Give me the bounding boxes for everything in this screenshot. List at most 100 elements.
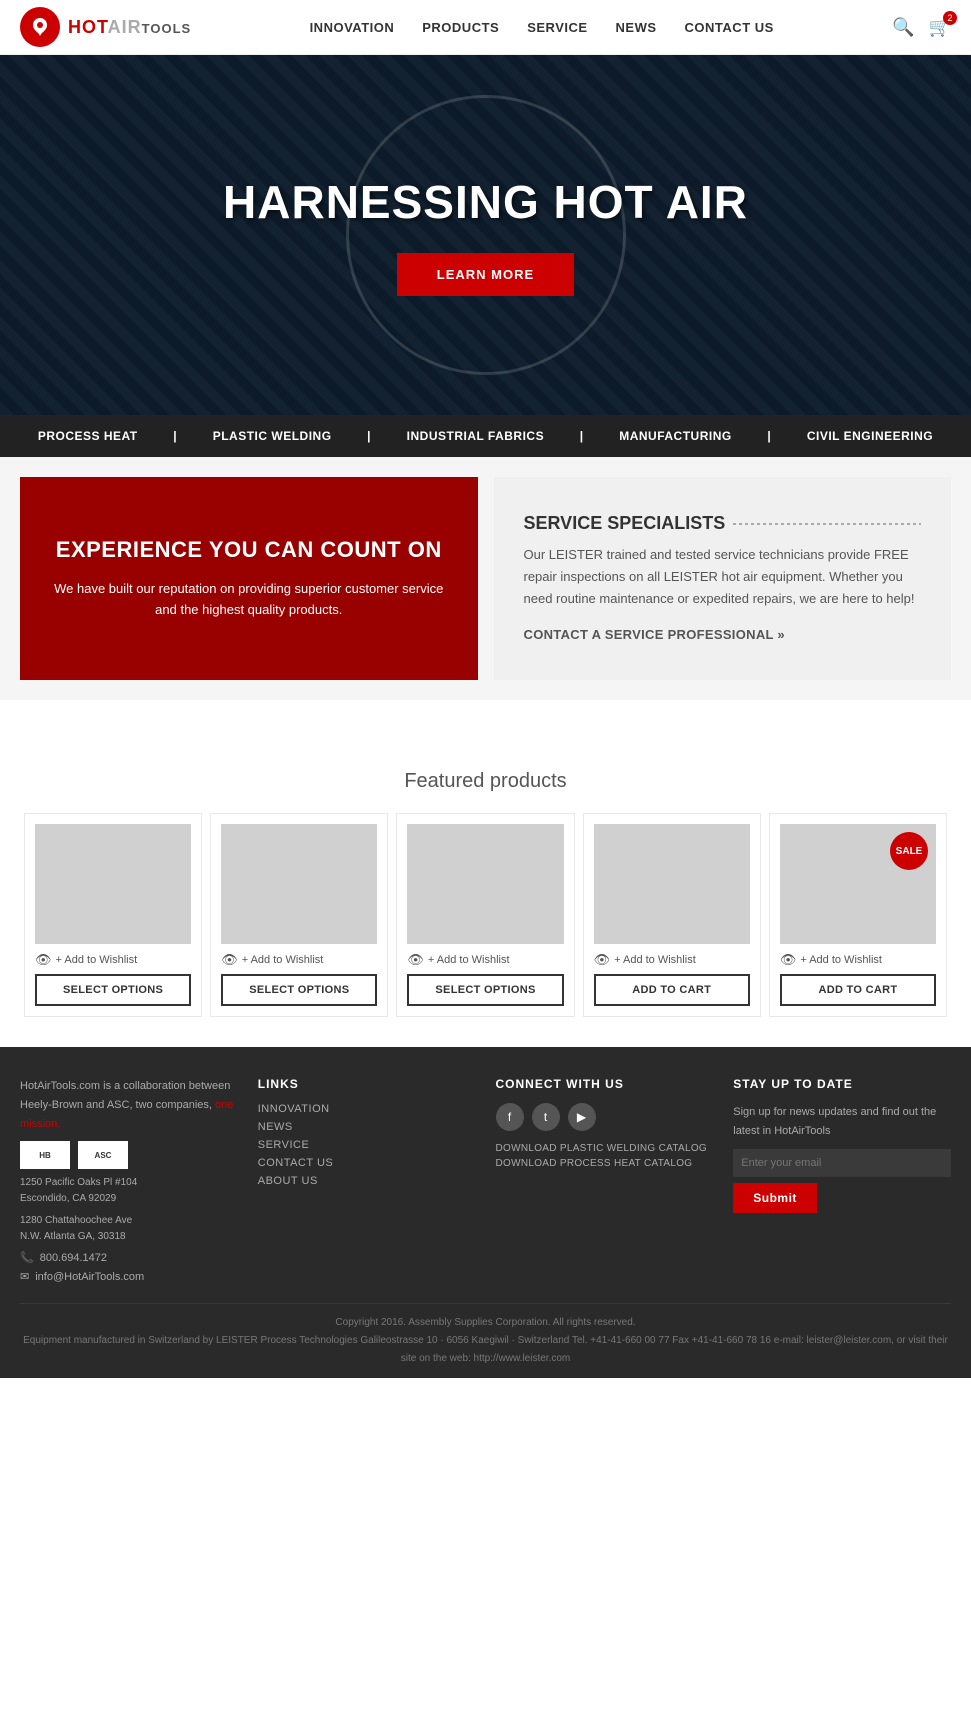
- product-image-2: [221, 824, 377, 944]
- download-process-catalog[interactable]: DOWNLOAD PROCESS HEAT CATALOG: [496, 1158, 714, 1169]
- add-to-cart-btn-4[interactable]: ADD TO CART: [594, 974, 750, 1006]
- featured-heading: Featured products: [20, 770, 951, 793]
- footer-link-news[interactable]: NEWS: [258, 1121, 476, 1133]
- product-card-4: 👁 + Add to Wishlist ADD TO CART: [583, 813, 761, 1017]
- category-civil-engineering[interactable]: CIVIL ENGINEERING: [807, 429, 933, 443]
- wishlist-link-5[interactable]: + Add to Wishlist: [800, 954, 882, 966]
- service-body: Our LEISTER trained and tested service t…: [524, 544, 922, 610]
- nav-service[interactable]: SERVICE: [527, 20, 587, 35]
- footer-connect-col: CONNECT WITH US f t ▶ DOWNLOAD PLASTIC W…: [496, 1077, 714, 1283]
- select-options-btn-1[interactable]: SELECT OPTIONS: [35, 974, 191, 1006]
- product-image-3: [407, 824, 563, 944]
- category-process-heat[interactable]: PROCESS HEAT: [38, 429, 138, 443]
- footer-email-row: ✉ info@HotAirTools.com: [20, 1270, 238, 1283]
- cart-badge: 2: [943, 11, 957, 25]
- eye-icon-3: 👁: [407, 952, 424, 968]
- sale-badge: SALE: [890, 832, 928, 870]
- footer: HotAirTools.com is a collaboration betwe…: [0, 1047, 971, 1378]
- footer-link-innovation[interactable]: INNOVATION: [258, 1103, 476, 1115]
- footer-top: HotAirTools.com is a collaboration betwe…: [20, 1077, 951, 1303]
- footer-submit-button[interactable]: Submit: [733, 1183, 817, 1213]
- category-manufacturing[interactable]: MANUFACTURING: [619, 429, 732, 443]
- hero-section: HARNESSING HOT AIR LEARN MORE: [0, 55, 971, 415]
- experience-panel: EXPERIENCE YOU CAN COUNT ON We have buil…: [20, 477, 478, 680]
- wishlist-link-4[interactable]: + Add to Wishlist: [614, 954, 696, 966]
- logo-icon: [20, 7, 60, 47]
- phone-icon: 📞: [20, 1251, 34, 1264]
- twitter-icon[interactable]: t: [532, 1103, 560, 1131]
- footer-about-col: HotAirTools.com is a collaboration betwe…: [20, 1077, 238, 1283]
- hero-circle-overlay: [346, 95, 626, 375]
- product-image-5: SALE: [780, 824, 936, 944]
- hero-cta-button[interactable]: LEARN MORE: [397, 253, 574, 296]
- footer-logo-asc: ASC: [78, 1141, 128, 1169]
- search-icon[interactable]: 🔍: [892, 17, 914, 38]
- product-card-2: 👁 + Add to Wishlist SELECT OPTIONS: [210, 813, 388, 1017]
- add-to-cart-btn-5[interactable]: ADD TO CART: [780, 974, 936, 1006]
- footer-link-about[interactable]: ABOUT US: [258, 1175, 476, 1187]
- footer-address-1: 1250 Pacific Oaks Pl #104 Escondido, CA …: [20, 1175, 238, 1207]
- wishlist-link-1[interactable]: + Add to Wishlist: [56, 954, 138, 966]
- wishlist-row-3: 👁 + Add to Wishlist: [407, 952, 563, 968]
- wishlist-row-5: 👁 + Add to Wishlist: [780, 952, 936, 968]
- download-plastic-catalog[interactable]: DOWNLOAD PLASTIC WELDING CATALOG: [496, 1143, 714, 1154]
- footer-logos: HB ASC: [20, 1141, 238, 1169]
- experience-heading: EXPERIENCE YOU CAN COUNT ON: [56, 537, 442, 563]
- footer-link-contact[interactable]: CONTACT US: [258, 1157, 476, 1169]
- featured-section: Featured products 👁 + Add to Wishlist SE…: [0, 740, 971, 1047]
- facebook-icon[interactable]: f: [496, 1103, 524, 1131]
- product-card-3: 👁 + Add to Wishlist SELECT OPTIONS: [396, 813, 574, 1017]
- navbar: HOTAIRTOOLS INNOVATION PRODUCTS SERVICE …: [0, 0, 971, 55]
- logo-text: HOTAIRTOOLS: [68, 17, 191, 38]
- logo[interactable]: HOTAIRTOOLS: [20, 7, 191, 47]
- email-icon: ✉: [20, 1270, 29, 1283]
- footer-email-input[interactable]: [733, 1149, 951, 1177]
- footer-stay-heading: STAY UP TO DATE: [733, 1077, 951, 1091]
- footer-link-service[interactable]: SERVICE: [258, 1139, 476, 1151]
- category-industrial-fabrics[interactable]: INDUSTRIAL FABRICS: [407, 429, 544, 443]
- footer-connect-heading: CONNECT WITH US: [496, 1077, 714, 1091]
- experience-body: We have built our reputation on providin…: [50, 579, 448, 621]
- wishlist-link-2[interactable]: + Add to Wishlist: [242, 954, 324, 966]
- select-options-btn-3[interactable]: SELECT OPTIONS: [407, 974, 563, 1006]
- eye-icon-1: 👁: [35, 952, 52, 968]
- info-panels: EXPERIENCE YOU CAN COUNT ON We have buil…: [0, 457, 971, 700]
- social-icons: f t ▶: [496, 1103, 714, 1131]
- footer-links-col: LINKS INNOVATION NEWS SERVICE CONTACT US…: [258, 1077, 476, 1283]
- wishlist-row-4: 👁 + Add to Wishlist: [594, 952, 750, 968]
- nav-products[interactable]: PRODUCTS: [422, 20, 499, 35]
- category-bar: PROCESS HEAT | PLASTIC WELDING | INDUSTR…: [0, 415, 971, 457]
- nav-innovation[interactable]: INNOVATION: [310, 20, 395, 35]
- spacer-1: [0, 700, 971, 740]
- footer-links-list: INNOVATION NEWS SERVICE CONTACT US ABOUT…: [258, 1103, 476, 1187]
- wishlist-row-1: 👁 + Add to Wishlist: [35, 952, 191, 968]
- contact-service-link[interactable]: CONTACT A SERVICE PROFESSIONAL: [524, 627, 785, 642]
- footer-email: info@HotAirTools.com: [35, 1271, 144, 1283]
- nav-news[interactable]: NEWS: [616, 20, 657, 35]
- hero-title: HARNESSING HOT AIR: [223, 175, 748, 229]
- nav-links: INNOVATION PRODUCTS SERVICE NEWS CONTACT…: [310, 20, 774, 35]
- products-grid: 👁 + Add to Wishlist SELECT OPTIONS 👁 + A…: [20, 813, 951, 1017]
- nav-contact[interactable]: CONTACT US: [685, 20, 774, 35]
- eye-icon-2: 👁: [221, 952, 238, 968]
- wishlist-link-3[interactable]: + Add to Wishlist: [428, 954, 510, 966]
- product-card-1: 👁 + Add to Wishlist SELECT OPTIONS: [24, 813, 202, 1017]
- footer-links-heading: LINKS: [258, 1077, 476, 1091]
- legal-text: Equipment manufactured in Switzerland by…: [20, 1332, 951, 1368]
- product-card-5: SALE 👁 + Add to Wishlist ADD TO CART: [769, 813, 947, 1017]
- youtube-icon[interactable]: ▶: [568, 1103, 596, 1131]
- category-plastic-welding[interactable]: PLASTIC WELDING: [213, 429, 332, 443]
- eye-icon-4: 👁: [594, 952, 611, 968]
- select-options-btn-2[interactable]: SELECT OPTIONS: [221, 974, 377, 1006]
- cart-button[interactable]: 🛒 2: [929, 17, 951, 38]
- product-image-1: [35, 824, 191, 944]
- wishlist-row-2: 👁 + Add to Wishlist: [221, 952, 377, 968]
- footer-phone: 800.694.1472: [40, 1252, 107, 1264]
- footer-address-2: 1280 Chattahoochee Ave N.W. Atlanta GA, …: [20, 1213, 238, 1245]
- footer-stay-col: STAY UP TO DATE Sign up for news updates…: [733, 1077, 951, 1283]
- eye-icon-5: 👁: [780, 952, 797, 968]
- service-heading: SERVICE SPECIALISTS: [524, 513, 922, 534]
- footer-logo-heely: HB: [20, 1141, 70, 1169]
- nav-icons: 🔍 🛒 2: [892, 17, 951, 38]
- footer-stay-text: Sign up for news updates and find out th…: [733, 1103, 951, 1140]
